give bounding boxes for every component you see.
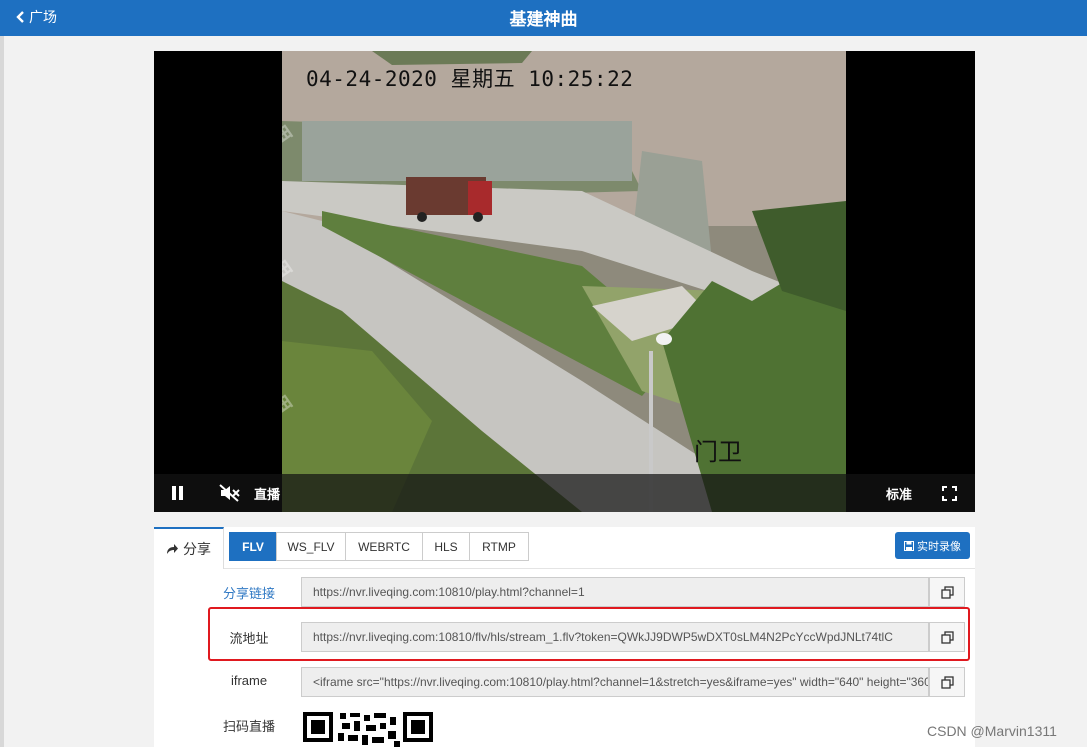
mute-icon[interactable] (219, 484, 241, 502)
qr-code (302, 711, 434, 747)
player-controls: 直播 标准 (154, 474, 975, 512)
page-title: 基建神曲 (509, 10, 578, 29)
qr-label: 扫码直播 (222, 719, 275, 734)
video-frame: 基建神曲 基建神曲 基建神曲 04-24-2020 星期五 10:25:22 门… (282, 51, 846, 512)
pause-icon[interactable] (171, 486, 185, 500)
video-scene (282, 51, 846, 512)
tab-divider (224, 568, 975, 569)
copy-share-link-button[interactable] (929, 577, 965, 607)
iframe-label: iframe (230, 673, 268, 688)
share-tab[interactable]: 分享 (154, 527, 224, 569)
protocol-tab-ws-flv[interactable]: WS_FLV (276, 532, 346, 561)
fullscreen-icon[interactable] (942, 486, 957, 501)
copy-icon (940, 585, 954, 599)
protocol-tab-flv[interactable]: FLV (229, 532, 277, 561)
osd-camera-name: 门卫 (694, 439, 742, 466)
copy-icon (940, 675, 954, 689)
share-link-label[interactable]: 分享链接 (209, 583, 289, 602)
protocol-tab-hls[interactable]: HLS (422, 532, 470, 561)
copy-iframe-button[interactable] (929, 667, 965, 697)
live-label: 直播 (254, 487, 281, 502)
left-edge (0, 36, 4, 747)
save-icon (904, 540, 914, 551)
osd-datetime: 04-24-2020 星期五 10:25:22 (306, 67, 634, 91)
share-tab-label: 分享 (183, 541, 211, 557)
quality-selector[interactable]: 标准 (886, 484, 912, 503)
protocol-tab-webrtc[interactable]: WEBRTC (345, 532, 423, 561)
share-link-field[interactable]: https://nvr.liveqing.com:10810/play.html… (301, 577, 929, 607)
credit-watermark: CSDN @Marvin1311 (927, 723, 1057, 739)
live-record-button[interactable]: 实时录像 (895, 532, 970, 559)
video-player[interactable]: 基建神曲 基建神曲 基建神曲 04-24-2020 星期五 10:25:22 门… (154, 51, 975, 512)
stream-url-highlight (208, 607, 970, 661)
live-record-label: 实时录像 (917, 540, 961, 553)
protocol-tab-rtmp[interactable]: RTMP (469, 532, 529, 561)
top-bar: 广场 基建神曲 (0, 0, 1087, 36)
iframe-code-field[interactable]: <iframe src="https://nvr.liveqing.com:10… (301, 667, 929, 697)
share-icon (167, 544, 178, 554)
